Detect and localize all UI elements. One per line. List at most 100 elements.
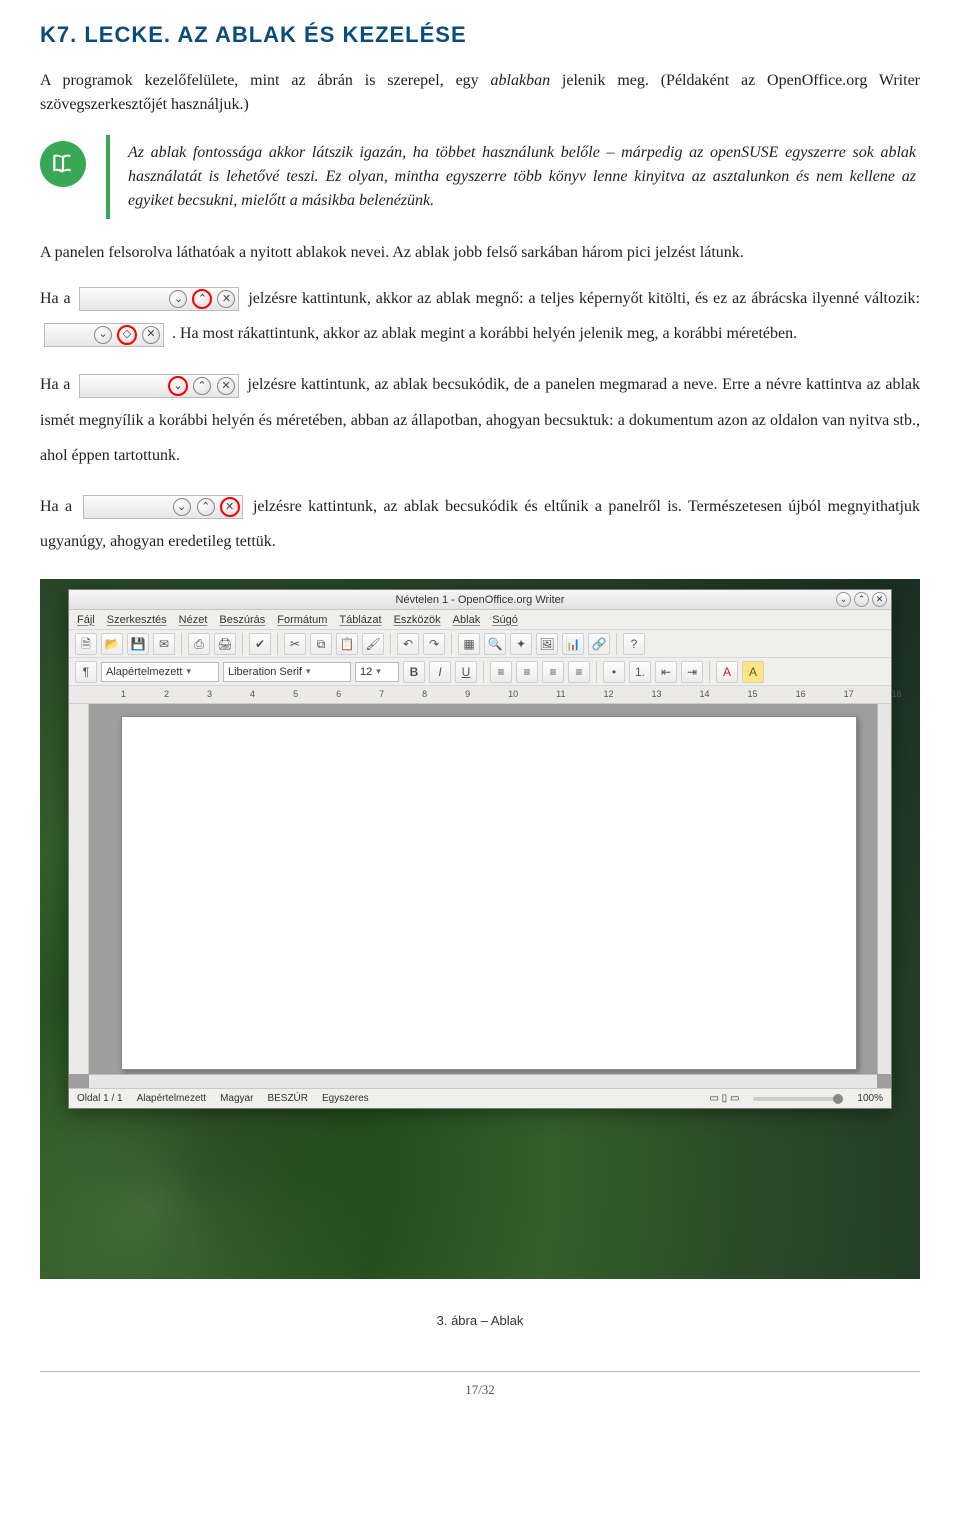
redo-icon[interactable]: ↷ <box>423 633 445 655</box>
intro-italic: ablakban <box>491 72 551 89</box>
window-minimize-button[interactable]: ⌄ <box>836 592 851 607</box>
status-insert-mode[interactable]: BESZÚR <box>267 1091 308 1106</box>
window-controls-restore-highlighted: ⌄ ◇ ✕ <box>44 323 164 347</box>
ruler-tick: 13 <box>652 688 662 702</box>
menu-table[interactable]: Táblázat <box>339 612 381 629</box>
save-icon[interactable]: 💾 <box>127 633 149 655</box>
gallery-icon[interactable]: 🖼 <box>536 633 558 655</box>
zoom-slider[interactable] <box>753 1097 843 1101</box>
new-doc-icon[interactable]: 🗎 <box>75 633 97 655</box>
paragraph-maximize: Ha a ⌄ ⌃ ✕ jelzésre kattintunk, akkor az… <box>40 281 920 351</box>
pdf-icon[interactable]: ⎙ <box>188 633 210 655</box>
maximize-icon: ⌃ <box>193 377 211 395</box>
chevron-down-icon: ▾ <box>186 665 191 679</box>
paragraph-style-combo[interactable]: Alapértelmezett ▾ <box>101 662 219 682</box>
align-right-icon[interactable]: ≡ <box>542 661 564 683</box>
align-center-icon[interactable]: ≡ <box>516 661 538 683</box>
status-style[interactable]: Alapértelmezett <box>137 1091 206 1106</box>
font-name-value: Liberation Serif <box>228 664 302 681</box>
align-left-icon[interactable]: ≡ <box>490 661 512 683</box>
format-paint-icon[interactable]: 🖌 <box>362 633 384 655</box>
spellcheck-icon[interactable]: ✔ <box>249 633 271 655</box>
cut-icon[interactable]: ✂ <box>284 633 306 655</box>
chart-icon[interactable]: 📊 <box>562 633 584 655</box>
maximize-icon: ⌃ <box>197 498 215 516</box>
menu-help[interactable]: Súgó <box>492 612 518 629</box>
ruler-tick: 1 <box>121 688 126 702</box>
window-close-button[interactable]: ✕ <box>872 592 887 607</box>
separator <box>596 661 597 683</box>
lesson-heading: K7. LECKE. AZ ABLAK ÉS KEZELÉSE <box>40 18 920 51</box>
menu-edit[interactable]: Szerkesztés <box>107 612 167 629</box>
separator <box>277 633 278 655</box>
view-layout-icons[interactable]: ▭ ▯ ▭ <box>709 1091 739 1106</box>
ruler-tick: 11 <box>556 688 565 702</box>
italic-icon[interactable]: I <box>429 661 451 683</box>
menu-view[interactable]: Nézet <box>179 612 208 629</box>
separator <box>616 633 617 655</box>
undo-icon[interactable]: ↶ <box>397 633 419 655</box>
menu-tools[interactable]: Eszközök <box>394 612 441 629</box>
menu-file[interactable]: Fájl <box>77 612 95 629</box>
menu-format[interactable]: Formátum <box>277 612 327 629</box>
status-language[interactable]: Magyar <box>220 1091 253 1106</box>
window-controls-close-highlighted: ⌄ ⌃ ✕ <box>83 495 243 519</box>
figure-caption: 3. ábra – Ablak <box>40 1311 920 1331</box>
ruler-tick: 7 <box>379 688 384 702</box>
paste-icon[interactable]: 📋 <box>336 633 358 655</box>
document-area[interactable] <box>69 704 891 1088</box>
align-justify-icon[interactable]: ≡ <box>568 661 590 683</box>
document-page[interactable] <box>121 716 857 1070</box>
indent-icon[interactable]: ⇥ <box>681 661 703 683</box>
status-selection-mode[interactable]: Egyszeres <box>322 1091 369 1106</box>
window-controls-max-highlighted: ⌄ ⌃ ✕ <box>79 287 239 311</box>
hyperlink-icon[interactable]: 🔗 <box>588 633 610 655</box>
zoom-value[interactable]: 100% <box>857 1091 883 1106</box>
horizontal-scrollbar[interactable] <box>89 1074 877 1088</box>
writer-window: Névtelen 1 - OpenOffice.org Writer ⌄ ⌃ ✕… <box>68 589 892 1109</box>
table-icon[interactable]: ▦ <box>458 633 480 655</box>
page-number: 17/32 <box>40 1372 920 1400</box>
menu-bar: Fájl Szerkesztés Nézet Beszúrás Formátum… <box>69 610 891 630</box>
ruler-tick: 15 <box>748 688 758 702</box>
window-title: Névtelen 1 - OpenOffice.org Writer <box>396 592 565 609</box>
underline-icon[interactable]: U <box>455 661 477 683</box>
separator <box>451 633 452 655</box>
vertical-ruler[interactable] <box>69 704 89 1074</box>
menu-insert[interactable]: Beszúrás <box>219 612 265 629</box>
mail-icon[interactable]: ✉ <box>153 633 175 655</box>
close-icon: ✕ <box>217 290 235 308</box>
outdent-icon[interactable]: ⇤ <box>655 661 677 683</box>
number-list-icon[interactable]: 1. <box>629 661 651 683</box>
print-icon[interactable]: 🖨 <box>214 633 236 655</box>
copy-icon[interactable]: ⧉ <box>310 633 332 655</box>
bullet-list-icon[interactable]: • <box>603 661 625 683</box>
font-name-combo[interactable]: Liberation Serif ▾ <box>223 662 351 682</box>
open-icon[interactable]: 📂 <box>101 633 123 655</box>
font-color-icon[interactable]: A <box>716 661 738 683</box>
navigator-icon[interactable]: ✦ <box>510 633 532 655</box>
horizontal-ruler[interactable]: 1 2 3 4 5 6 7 8 9 10 11 12 13 14 15 16 1… <box>69 686 891 704</box>
menu-window[interactable]: Ablak <box>453 612 481 629</box>
font-size-combo[interactable]: 12 ▾ <box>355 662 399 682</box>
help-icon[interactable]: ? <box>623 633 645 655</box>
status-page[interactable]: Oldal 1 / 1 <box>77 1091 123 1106</box>
bold-icon[interactable]: B <box>403 661 425 683</box>
styles-icon[interactable]: ¶ <box>75 661 97 683</box>
window-maximize-button[interactable]: ⌃ <box>854 592 869 607</box>
separator <box>242 633 243 655</box>
ruler-tick: 16 <box>796 688 806 702</box>
ruler-tick: 8 <box>422 688 427 702</box>
vertical-scrollbar[interactable] <box>877 704 891 1074</box>
paragraph-minimize: Ha a ⌄ ⌃ ✕ jelzésre kattintunk, az ablak… <box>40 367 920 473</box>
desktop-screenshot: Névtelen 1 - OpenOffice.org Writer ⌄ ⌃ ✕… <box>40 579 920 1279</box>
separator <box>483 661 484 683</box>
ruler-tick: 3 <box>207 688 212 702</box>
maximize-icon: ⌃ <box>193 290 211 308</box>
close-icon: ✕ <box>221 498 239 516</box>
text: Ha a <box>40 376 75 393</box>
binocular-icon[interactable]: 🔍 <box>484 633 506 655</box>
window-titlebar[interactable]: Névtelen 1 - OpenOffice.org Writer ⌄ ⌃ ✕ <box>69 590 891 610</box>
highlight-icon[interactable]: A <box>742 661 764 683</box>
note-text: Az ablak fontossága akkor látszik igazán… <box>106 135 920 219</box>
